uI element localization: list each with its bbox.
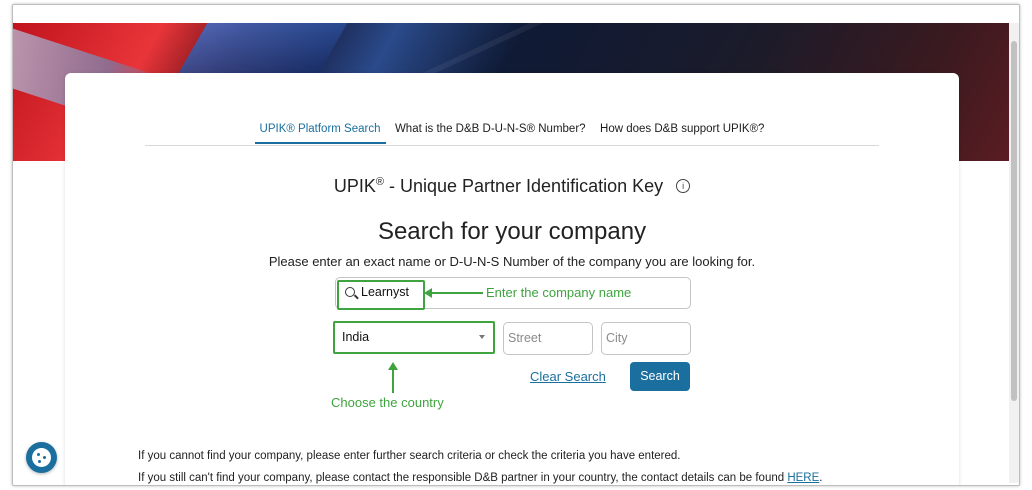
- tab-dnb-support[interactable]: How does D&B support UPIK®?: [595, 123, 769, 142]
- country-select-value: India: [342, 330, 370, 344]
- cookie-chip: [38, 460, 41, 463]
- help-text-2: If you still can't find your company, pl…: [138, 472, 822, 484]
- clear-search-link[interactable]: Clear Search: [530, 369, 606, 384]
- annotation-arrow-up-icon: [388, 362, 398, 393]
- page-title: Search for your company: [377, 218, 647, 245]
- company-search-value[interactable]: Learnyst: [361, 285, 409, 299]
- street-input[interactable]: Street: [503, 322, 593, 355]
- street-placeholder: Street: [508, 331, 542, 345]
- cookie-shape: [32, 448, 51, 467]
- city-input[interactable]: City: [601, 322, 691, 355]
- help-text-2-suffix: .: [819, 472, 823, 484]
- tab-duns-number[interactable]: What is the D&B D-U-N-S® Number?: [390, 123, 591, 142]
- scrollbar[interactable]: [1009, 23, 1019, 483]
- here-link[interactable]: HERE: [787, 472, 819, 484]
- tab-platform-search[interactable]: UPIK® Platform Search: [254, 123, 386, 144]
- cookie-icon[interactable]: [26, 442, 57, 473]
- heading-registered: ®: [375, 176, 384, 188]
- help-text-1: If you cannot find your company, please …: [138, 450, 681, 462]
- search-button[interactable]: Search: [630, 362, 690, 391]
- heading-brand: UPIK: [333, 176, 376, 196]
- banner-graphic-2: [178, 23, 348, 73]
- browser-frame: UPIK® Platform Search What is the D&B D-…: [12, 4, 1020, 486]
- help-text-2-prefix: If you still can't find your company, pl…: [138, 472, 788, 484]
- info-icon[interactable]: i: [676, 179, 691, 193]
- annotation-company-name: Enter the company name: [486, 285, 632, 300]
- page-subtitle: Please enter an exact name or D-U-N-S Nu…: [268, 254, 756, 269]
- cookie-chip: [43, 456, 46, 459]
- tab-bar: UPIK® Platform Search What is the D&B D-…: [145, 119, 879, 146]
- chevron-down-icon: [479, 335, 485, 339]
- country-select[interactable]: India: [333, 321, 495, 354]
- annotation-arrow-left-icon: [424, 288, 483, 298]
- scrollbar-thumb[interactable]: [1011, 41, 1017, 401]
- cookie-chip: [37, 453, 40, 456]
- heading-text: - Unique Partner Identification Key: [383, 176, 664, 196]
- city-placeholder: City: [606, 331, 628, 345]
- page-heading: UPIK® - Unique Partner Identification Ke…: [65, 176, 959, 197]
- annotation-country: Choose the country: [331, 395, 444, 410]
- search-icon: [345, 287, 355, 297]
- search-card: UPIK® Platform Search What is the D&B D-…: [65, 73, 959, 485]
